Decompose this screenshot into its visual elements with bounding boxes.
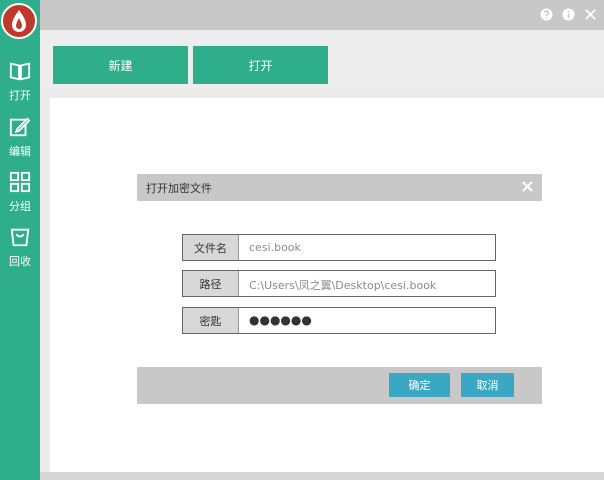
new-button[interactable]: 新建 bbox=[53, 46, 188, 84]
sidebar-item-label: 分组 bbox=[9, 200, 31, 213]
dialog-footer: 确定 取消 bbox=[137, 367, 542, 404]
sidebar-item-group[interactable]: 分组 bbox=[0, 167, 40, 217]
trash-icon bbox=[10, 228, 30, 247]
toolbar: 新建 打开 bbox=[40, 30, 604, 90]
sidebar-item-label: 回收 bbox=[9, 255, 31, 268]
dialog-header: 打开加密文件 bbox=[137, 174, 542, 201]
password-label: 密匙 bbox=[183, 308, 239, 333]
close-icon[interactable] bbox=[519, 178, 536, 195]
filename-value: cesi.book bbox=[249, 241, 301, 254]
path-field[interactable]: 路径 C:\Users\凤之翼\Desktop\cesi.book bbox=[182, 270, 496, 297]
dialog-title: 打开加密文件 bbox=[146, 182, 212, 195]
sidebar: 打开 编辑 分组 回收 bbox=[0, 0, 40, 480]
help-icon[interactable] bbox=[540, 8, 553, 21]
edit-icon bbox=[9, 117, 31, 137]
sidebar-item-open[interactable]: 打开 bbox=[0, 56, 40, 106]
filename-field[interactable]: 文件名 cesi.book bbox=[182, 234, 496, 261]
password-field[interactable]: 密匙 ●●●●●● bbox=[182, 307, 496, 334]
grid-icon bbox=[9, 171, 31, 193]
path-value: C:\Users\凤之翼\Desktop\cesi.book bbox=[249, 279, 437, 292]
app-logo-icon bbox=[1, 3, 37, 39]
sidebar-item-label: 打开 bbox=[9, 89, 31, 102]
cancel-button[interactable]: 取消 bbox=[461, 373, 514, 397]
sidebar-item-label: 编辑 bbox=[9, 145, 31, 158]
close-icon[interactable] bbox=[584, 8, 597, 21]
ok-button[interactable]: 确定 bbox=[389, 373, 450, 397]
path-label: 路径 bbox=[183, 271, 239, 296]
book-open-icon bbox=[9, 62, 31, 81]
filename-label: 文件名 bbox=[183, 235, 239, 260]
sidebar-item-edit[interactable]: 编辑 bbox=[0, 112, 40, 162]
password-value: ●●●●●● bbox=[249, 313, 312, 327]
status-bar bbox=[40, 472, 604, 480]
info-icon[interactable] bbox=[562, 8, 575, 21]
open-button[interactable]: 打开 bbox=[193, 46, 328, 84]
sidebar-item-recycle[interactable]: 回收 bbox=[0, 222, 40, 272]
title-bar bbox=[40, 0, 604, 30]
